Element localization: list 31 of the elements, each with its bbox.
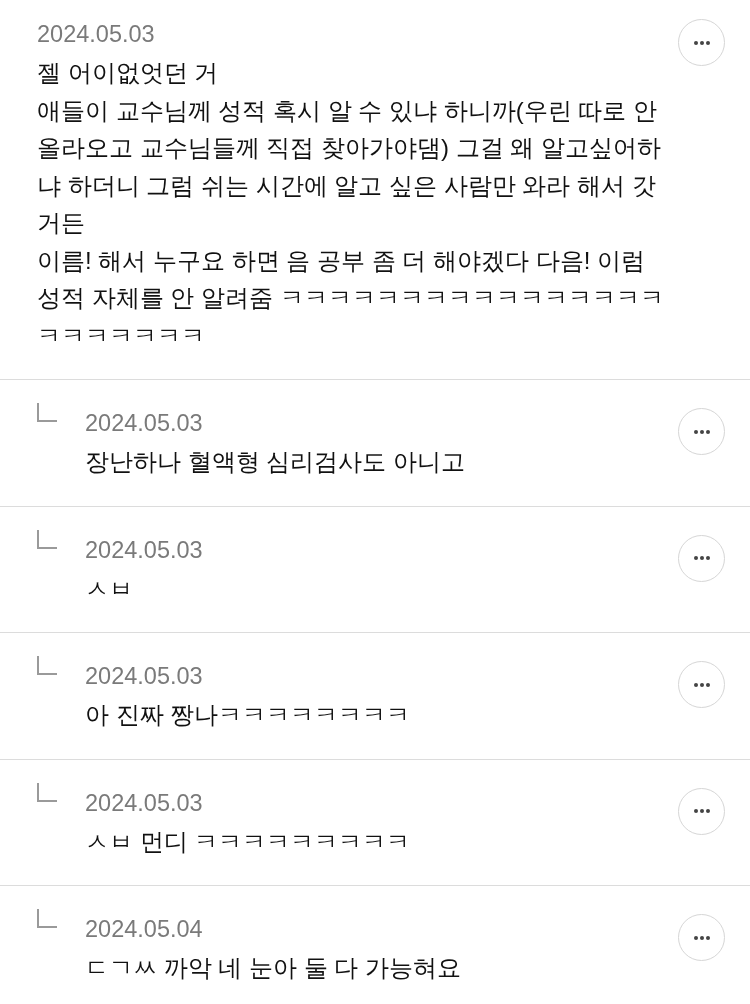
comment-date: 2024.05.03 — [85, 662, 204, 690]
comment-text: 이름! 해서 누구요 하면 음 공부 좀 더 해야겠다 다음! 이럼 성적 자체를 안 알려줌 ㅋㅋㅋㅋㅋㅋㅋㅋㅋㅋㅋㅋㅋㅋㅋㅋㅋㅋㅋㅋㅋㅋㅋ — [37, 245, 665, 351]
more-button[interactable] — [678, 787, 725, 835]
comment-text: 아 진짜 짱나ㅋㅋㅋㅋㅋㅋㅋㅋ — [85, 700, 412, 730]
more-icon — [693, 556, 710, 560]
reply-corner-icon — [37, 656, 57, 675]
comment-text: 애들이 교수님께 성적 혹시 알 수 있냐 하니까(우린 따로 안 올라오고 교수님들께 직접 찾아가야댐) 그걸 왜 알고싶어하냐 하더니 그럼 쉬는 시간에 알고 싶은 사람만 와라 해서 갓거든 — [37, 95, 662, 238]
comment-text: ㅅㅂ — [85, 573, 134, 604]
comment-date: 2024.05.03 — [85, 409, 204, 437]
comment-date: 2024.05.03 — [85, 788, 204, 817]
comment-date: 2024.05.03 — [37, 20, 156, 48]
more-icon — [693, 429, 710, 434]
comment-text: ㄷㄱㅆ 까악 네 눈아 둘 다 가능혀요 — [85, 953, 462, 983]
comment-text: 젤 어이없엇던 거 — [37, 58, 220, 88]
comment-date: 2024.05.03 — [85, 535, 204, 564]
more-icon — [693, 40, 710, 45]
comment-text: ㅅㅂ 먼디 ㅋㅋㅋㅋㅋㅋㅋㅋㅋ — [85, 826, 412, 857]
more-icon — [693, 682, 710, 687]
reply-corner-icon — [37, 782, 57, 802]
reply-corner-icon — [37, 529, 57, 549]
more-button[interactable] — [678, 19, 725, 66]
more-button[interactable] — [678, 661, 725, 708]
more-icon — [693, 809, 710, 813]
more-button[interactable] — [678, 534, 725, 582]
more-icon — [693, 935, 710, 940]
reply-corner-icon — [37, 403, 57, 422]
reply-corner-icon — [37, 909, 57, 928]
more-button[interactable] — [678, 408, 725, 455]
comment-text: 장난하나 혈액형 심리검사도 아니고 — [85, 447, 466, 477]
comment-date: 2024.05.04 — [85, 915, 204, 943]
more-button[interactable] — [678, 914, 725, 961]
